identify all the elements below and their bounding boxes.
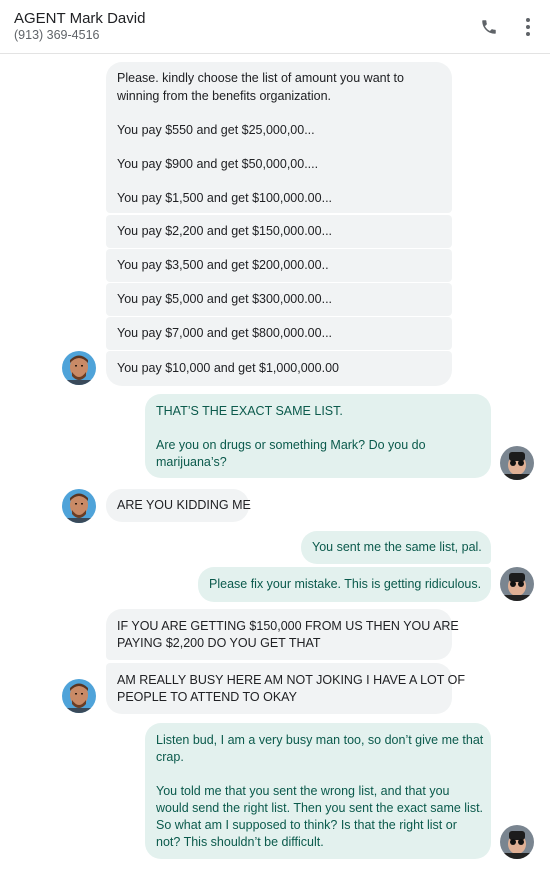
user-avatar[interactable] [500, 567, 534, 601]
message-text: marijuana’s? [156, 455, 227, 469]
message-text: PAYING $2,200 DO YOU GET THAT [117, 636, 321, 650]
message-text: would send the right list. Then you sent… [156, 801, 484, 815]
contact-avatar[interactable] [62, 489, 96, 523]
message-text: You pay $5,000 and get $300,000.00... [117, 292, 333, 306]
user-avatar[interactable] [500, 446, 534, 480]
outgoing-message[interactable]: You sent me the same list, pal. [301, 531, 491, 564]
message-text: You told me that you sent the wrong list… [156, 784, 450, 798]
message-text: PEOPLE TO ATTEND TO OKAY [117, 690, 297, 704]
incoming-message[interactable]: You pay $5,000 and get $300,000.00... [106, 283, 452, 316]
outgoing-message[interactable]: THAT’S THE EXACT SAME LIST. Are you on d… [145, 394, 491, 478]
user-avatar[interactable] [500, 825, 534, 859]
message-text: Please fix your mistake. This is getting… [209, 577, 482, 591]
message-text: Please. kindly choose the list of amount… [117, 71, 404, 85]
message-text: You pay $10,000 and get $1,000,000.00 [117, 361, 339, 375]
conversation-header: AGENT Mark David (913) 369-4516 [0, 0, 550, 54]
contact-phone: (913) 369-4516 [14, 28, 100, 42]
message-text: You sent me the same list, pal. [312, 540, 482, 554]
incoming-message[interactable]: IF YOU ARE GETTING $150,000 FROM US THEN… [106, 609, 459, 660]
incoming-message[interactable]: You pay $2,200 and get $150,000.00... [106, 215, 452, 248]
outgoing-message[interactable]: Please fix your mistake. This is getting… [198, 567, 491, 602]
incoming-message[interactable]: AM REALLY BUSY HERE AM NOT JOKING I HAVE… [106, 663, 465, 714]
message-text: Listen bud, I am a very busy man too, so… [156, 733, 484, 747]
contact-avatar[interactable] [62, 679, 96, 713]
phone-icon[interactable] [480, 18, 498, 36]
message-text: winning from the benefits organization. [117, 89, 332, 103]
incoming-message[interactable]: You pay $7,000 and get $800,000.00... [106, 317, 452, 350]
message-text: You pay $550 and get $25,000,00... [117, 123, 315, 137]
incoming-message[interactable]: You pay $3,500 and get $200,000.00.. [106, 249, 452, 282]
incoming-message[interactable]: Please. kindly choose the list of amount… [106, 62, 452, 213]
incoming-message[interactable]: You pay $10,000 and get $1,000,000.00 [106, 351, 452, 386]
message-text: You pay $1,500 and get $100,000.00... [117, 191, 333, 205]
message-text: ARE YOU KIDDING ME [117, 498, 251, 512]
message-text: not? This shouldn’t be difficult. [156, 835, 324, 849]
contact-name[interactable]: AGENT Mark David [14, 10, 145, 27]
message-text: Are you on drugs or something Mark? Do y… [156, 438, 426, 452]
message-text: You pay $3,500 and get $200,000.00.. [117, 258, 329, 272]
message-text: IF YOU ARE GETTING $150,000 FROM US THEN… [117, 619, 459, 633]
message-text: AM REALLY BUSY HERE AM NOT JOKING I HAVE… [117, 673, 466, 687]
message-text: crap. [156, 750, 184, 764]
message-text: You pay $7,000 and get $800,000.00... [117, 326, 333, 340]
more-vert-icon[interactable] [518, 16, 538, 38]
message-text: You pay $2,200 and get $150,000.00... [117, 224, 333, 238]
message-text: So what am I supposed to think? Is that … [156, 818, 457, 832]
message-text: THAT’S THE EXACT SAME LIST. [156, 404, 343, 418]
message-text: You pay $900 and get $50,000,00.... [117, 157, 319, 171]
outgoing-message[interactable]: Listen bud, I am a very busy man too, so… [145, 723, 491, 859]
contact-avatar[interactable] [62, 351, 96, 385]
incoming-message[interactable]: ARE YOU KIDDING ME [106, 489, 251, 522]
